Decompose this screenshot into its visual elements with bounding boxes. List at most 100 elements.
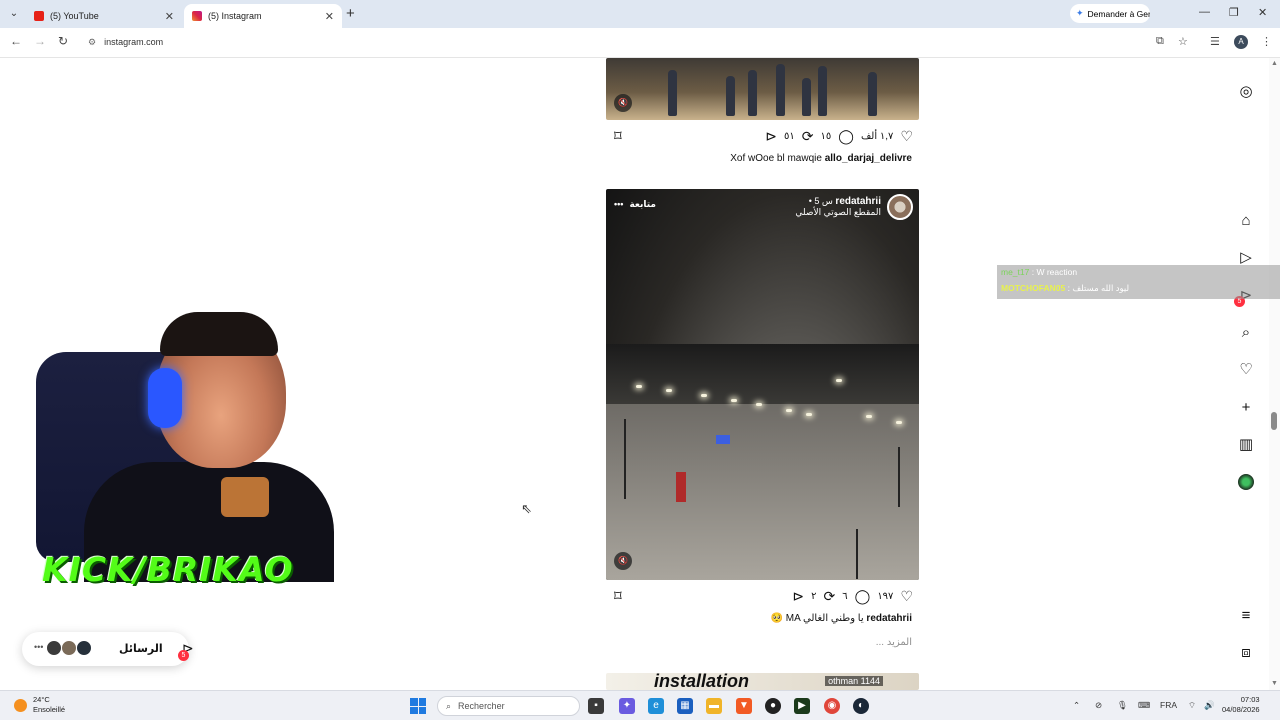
- file-explorer-icon[interactable]: ▬: [706, 698, 722, 714]
- install-app-icon[interactable]: ⧉: [1156, 35, 1164, 48]
- webcam-overlay: KICK/BRIKAO: [36, 312, 336, 594]
- obs-icon[interactable]: ●: [765, 698, 781, 714]
- weather-sun-icon[interactable]: [14, 699, 27, 712]
- steam-icon[interactable]: ◐: [853, 698, 869, 714]
- url-field[interactable]: ⚙ instagram.com: [80, 32, 1200, 52]
- profile-avatar[interactable]: A: [1234, 35, 1248, 49]
- heart-icon[interactable]: ♡: [1237, 361, 1255, 379]
- repost-icon[interactable]: ⟳: [824, 589, 836, 603]
- post1-caption-user[interactable]: allo_darjaj_delivre: [825, 153, 912, 164]
- edge-icon[interactable]: e: [648, 698, 664, 714]
- scrollbar-thumb[interactable]: [1271, 412, 1277, 430]
- share-icon[interactable]: ⊳: [765, 129, 777, 143]
- clock[interactable]: 07:03 04/08/2026: [1222, 695, 1260, 715]
- tab-youtube[interactable]: (5) YouTube ✕: [26, 4, 182, 28]
- post2-username[interactable]: redatahrii: [835, 196, 881, 207]
- gemini-icon: ✦: [1076, 8, 1084, 18]
- bookmark-icon[interactable]: ⌑: [614, 127, 622, 145]
- show-hidden-icons[interactable]: ⌃: [1073, 700, 1080, 711]
- comment-icon[interactable]: ◯: [838, 129, 854, 143]
- post2-time: • 5 س: [808, 196, 833, 206]
- dashboard-icon[interactable]: ▥: [1237, 436, 1255, 454]
- more-link[interactable]: ... المزيد: [606, 637, 912, 648]
- reload-icon[interactable]: ↻: [58, 34, 68, 48]
- chat-user: me_t17: [1001, 267, 1030, 277]
- language-indicator[interactable]: FRA: [1160, 700, 1177, 710]
- forward-icon[interactable]: →: [34, 34, 46, 48]
- wifi-icon[interactable]: ⌔: [1188, 700, 1196, 711]
- weather-widget[interactable]: 24°C Ensoleillé: [33, 695, 65, 715]
- close-icon[interactable]: ✕: [165, 10, 174, 23]
- profile-icon[interactable]: [1238, 474, 1254, 490]
- home-icon[interactable]: ⌂: [1237, 212, 1255, 230]
- bookmark-icon[interactable]: ⌑: [614, 587, 622, 605]
- share-icon[interactable]: ⊳: [792, 589, 804, 603]
- post-options-button[interactable]: •••: [614, 199, 623, 210]
- post2-avatar[interactable]: [887, 194, 913, 220]
- bookmark-star-icon[interactable]: ☆: [1178, 35, 1188, 48]
- post2-media[interactable]: ••• متابعة • 5 س redatahrii المقطع الصوت…: [606, 189, 919, 580]
- windows-start-icon[interactable]: [410, 698, 426, 714]
- terminal-icon[interactable]: ▶: [794, 698, 810, 714]
- new-tab-button[interactable]: +: [346, 5, 355, 22]
- tab-search-icon[interactable]: ⌄: [6, 6, 22, 22]
- messages-pill[interactable]: ••• الرسائل ⊳ 5: [22, 632, 194, 666]
- post2-caption-user[interactable]: redatahrii: [866, 613, 912, 624]
- restore-icon[interactable]: ❐: [1229, 6, 1239, 19]
- instagram-logo-icon[interactable]: ◎: [1237, 83, 1255, 101]
- network-icon[interactable]: ⊘: [1095, 700, 1102, 711]
- like-heart-icon[interactable]: ♡: [900, 589, 913, 603]
- taskbar: 24°C Ensoleillé ⌕ Rechercher ▪ ✦ e ▦ ▬ ▼…: [0, 690, 1280, 720]
- post3-media[interactable]: installation othman 1144: [606, 673, 919, 690]
- close-window-icon[interactable]: ✕: [1258, 6, 1267, 19]
- scroll-down-icon[interactable]: ▼: [1271, 680, 1278, 687]
- post2-caption: 🥺 MA يا وطني الغالي redatahrii: [606, 613, 912, 624]
- chat-user: MOTCHOFAN05: [1001, 283, 1066, 293]
- url-text: instagram.com: [104, 37, 164, 47]
- chrome-icon[interactable]: ◉: [824, 698, 840, 714]
- mute-icon[interactable]: 🔇: [614, 552, 632, 570]
- site-info-icon[interactable]: ⚙: [88, 37, 96, 48]
- post1-media[interactable]: 🔇: [606, 58, 919, 120]
- tab-strip: ⌄ (5) YouTube ✕ (5) Instagram ✕ + ✦ Dema…: [0, 0, 1280, 28]
- stream-chat-overlay: me_t17 : W reaction MOTCHOFAN05 : ليود ا…: [997, 265, 1280, 299]
- create-icon[interactable]: +: [1237, 399, 1255, 417]
- comment-icon[interactable]: ◯: [855, 589, 871, 603]
- back-icon[interactable]: ←: [10, 34, 22, 48]
- volume-icon[interactable]: 🔊: [1204, 700, 1215, 711]
- close-icon[interactable]: ✕: [325, 10, 334, 23]
- reading-list-icon[interactable]: ☰: [1210, 35, 1220, 48]
- youtube-icon: [34, 11, 44, 21]
- gemini-button[interactable]: ✦ Demander à Gemini: [1070, 4, 1150, 23]
- chat-text: : ليود الله مستلف: [1067, 283, 1130, 293]
- kick-channel-logo: KICK/BRIKAO: [42, 550, 294, 589]
- time: 07:03: [1240, 695, 1260, 704]
- repost-icon[interactable]: ⟳: [802, 129, 814, 143]
- mute-icon[interactable]: 🔇: [614, 94, 632, 112]
- copilot-icon[interactable]: ✦: [619, 698, 635, 714]
- address-bar-row: ← → ↻ ⚙ instagram.com ⧉ ☆ ☰ ⋮: [0, 28, 1280, 58]
- chat-text: : W reaction: [1031, 267, 1078, 277]
- task-view-icon[interactable]: ▪: [588, 698, 604, 714]
- store-icon[interactable]: ▦: [677, 698, 693, 714]
- taskbar-search[interactable]: ⌕ Rechercher: [437, 696, 580, 716]
- also-from-meta-icon[interactable]: ⧈: [1237, 644, 1255, 662]
- brave-icon[interactable]: ▼: [736, 698, 752, 714]
- microphone-icon[interactable]: 🎙: [1117, 700, 1128, 711]
- scrollbar[interactable]: [1269, 58, 1280, 690]
- post1-reposts: ٥١: [784, 130, 795, 142]
- post2-audio[interactable]: المقطع الصوتي الأصلي: [795, 207, 881, 218]
- post2-actions: ⌑ ⊳ ٢ ⟳ ٦ ◯ ١٩٧ ♡: [606, 587, 919, 607]
- tab-instagram[interactable]: (5) Instagram ✕: [184, 4, 342, 28]
- more-menu-icon[interactable]: ≡: [1237, 607, 1255, 625]
- scroll-up-icon[interactable]: ▲: [1271, 60, 1278, 67]
- follow-button[interactable]: متابعة: [629, 199, 656, 210]
- search-placeholder: Rechercher: [458, 701, 505, 711]
- tab-label: (5) Instagram: [208, 11, 262, 21]
- keyboard-icon[interactable]: ⌨: [1138, 700, 1150, 711]
- minimize-icon[interactable]: —: [1199, 6, 1210, 18]
- search-icon[interactable]: ⌕: [1237, 324, 1255, 342]
- menu-icon[interactable]: ⋮: [1261, 35, 1272, 48]
- date: 04/08/2026: [1222, 705, 1260, 714]
- like-heart-icon[interactable]: ♡: [900, 129, 913, 143]
